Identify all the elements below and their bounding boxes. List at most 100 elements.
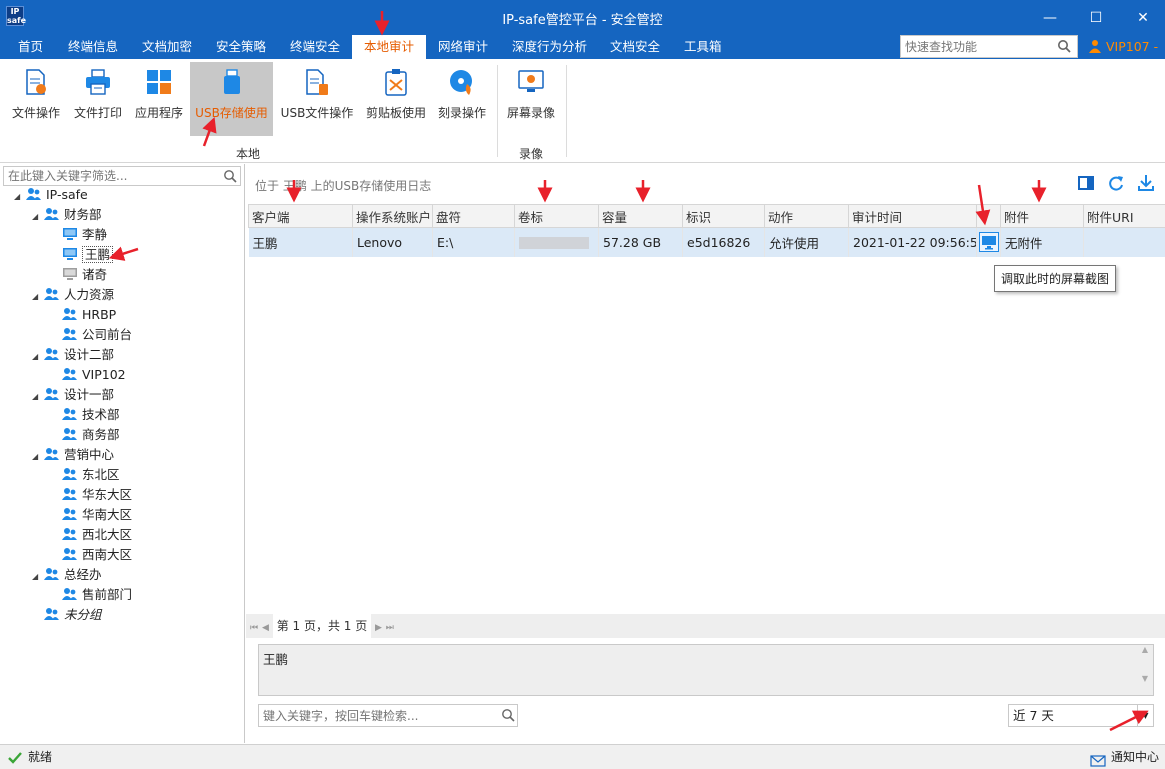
org-tree-pane: ◢IP-safe◢财务部李静王鹏诸奇◢人力资源HRBP公司前台◢设计二部VIP1…: [0, 164, 245, 743]
menu-security-policy[interactable]: 安全策略: [204, 35, 278, 59]
ribbon-screen-record-button[interactable]: 屏幕录像: [503, 62, 559, 136]
menu-terminal-info[interactable]: 终端信息: [56, 35, 130, 59]
menu-doc-encryption[interactable]: 文档加密: [130, 35, 204, 59]
tree-node[interactable]: 西北大区: [50, 525, 132, 545]
col-action[interactable]: 动作: [764, 204, 849, 228]
user-group-icon: [44, 287, 60, 301]
next-page-button[interactable]: ▶: [375, 623, 382, 633]
tree-node[interactable]: 技术部: [50, 405, 120, 425]
menu-doc-security[interactable]: 文档安全: [598, 35, 672, 59]
menu-network-audit[interactable]: 网络审计: [426, 35, 500, 59]
tree-node[interactable]: 李静: [50, 225, 107, 245]
expand-toggle-icon[interactable]: ◢: [32, 567, 44, 587]
minimize-button[interactable]: —: [1040, 8, 1060, 28]
screenshot-tooltip: 调取此时的屏幕截图: [994, 265, 1117, 292]
tree-node[interactable]: 售前部门: [50, 585, 132, 605]
tree-node[interactable]: HRBP: [50, 305, 116, 325]
table-row[interactable]: 王鹏 Lenovo E:\ 57.28 GB e5d16826 允许使用 202…: [248, 227, 1165, 257]
col-screenshot[interactable]: [976, 204, 1001, 228]
ribbon-label: USB文件操作: [280, 106, 354, 120]
chevron-down-icon[interactable]: ▼: [1137, 705, 1153, 726]
cell-drive: E:\: [432, 227, 515, 257]
tree-node[interactable]: 公司前台: [50, 325, 132, 345]
tree-node[interactable]: ◢ 设计二部: [32, 345, 114, 365]
col-drive[interactable]: 盘符: [432, 204, 515, 228]
col-os-account[interactable]: 操作系统账户: [352, 204, 433, 228]
maximize-button[interactable]: ☐: [1086, 8, 1106, 28]
col-capacity[interactable]: 容量: [598, 204, 683, 228]
menu-home[interactable]: 首页: [6, 35, 55, 59]
ribbon-file-print-button[interactable]: 文件打印: [70, 62, 126, 136]
menu-behavior-analysis[interactable]: 深度行为分析: [500, 35, 599, 59]
tree-node[interactable]: VIP102: [50, 365, 126, 385]
time-range-select[interactable]: 近 7 天 ▼: [1008, 704, 1154, 727]
col-audit-time[interactable]: 审计时间: [848, 204, 977, 228]
tree-node[interactable]: ◢ 营销中心: [32, 445, 114, 465]
download-icon[interactable]: [1137, 174, 1155, 192]
tree-node[interactable]: 商务部: [50, 425, 120, 445]
detail-scrollbar[interactable]: ▲ ▼: [1137, 645, 1153, 695]
tree-node[interactable]: 王鹏: [50, 245, 114, 265]
expand-toggle-icon[interactable]: ◢: [14, 187, 26, 207]
search-icon[interactable]: [501, 708, 515, 722]
keyword-search-input[interactable]: [259, 705, 494, 726]
log-pane: 位于 王鹏 上的USB存储使用日志 客户端 操作系统账户 盘符 卷标 容量 标识…: [246, 164, 1165, 743]
tree-node[interactable]: ◢ 总经办: [32, 565, 102, 585]
col-client[interactable]: 客户端: [248, 204, 353, 228]
quick-search-input[interactable]: [901, 36, 1051, 57]
columns-icon[interactable]: [1077, 174, 1095, 192]
expand-toggle-icon[interactable]: ◢: [32, 287, 44, 307]
user-group-icon: [62, 487, 78, 501]
tree-filter-input[interactable]: [4, 167, 219, 185]
tree-node[interactable]: 东北区: [50, 465, 120, 485]
tree-node[interactable]: ◢ 设计一部: [32, 385, 114, 405]
tree-node[interactable]: ◢ IP-safe: [14, 185, 88, 205]
ribbon-group-record: 录像: [519, 147, 544, 161]
scroll-up-icon[interactable]: ▲: [1137, 645, 1153, 654]
tree-node[interactable]: 诸奇: [50, 265, 107, 285]
ribbon-clipboard-button[interactable]: 剪贴板使用: [362, 62, 430, 136]
redacted-volume: [519, 237, 589, 250]
notify-center-link[interactable]: 通知中心: [1111, 745, 1159, 769]
ribbon-file-ops-button[interactable]: 文件操作: [8, 62, 64, 136]
close-button[interactable]: ✕: [1133, 8, 1153, 28]
user-menu[interactable]: VIP107 -: [1088, 35, 1158, 59]
col-id[interactable]: 标识: [682, 204, 765, 228]
search-icon[interactable]: [1057, 39, 1071, 53]
last-page-button[interactable]: ⏭: [386, 623, 394, 633]
ribbon-applications-button[interactable]: 应用程序: [131, 62, 187, 136]
scroll-down-icon[interactable]: ▼: [1137, 674, 1153, 683]
ribbon-burn-button[interactable]: 刻录操作: [434, 62, 490, 136]
ribbon-usb-file-ops-button[interactable]: USB文件操作: [278, 62, 356, 136]
tree-node[interactable]: 华南大区: [50, 505, 132, 525]
prev-page-button[interactable]: ◀: [262, 623, 269, 633]
tree-node[interactable]: ◢ 财务部: [32, 205, 102, 225]
expand-toggle-icon[interactable]: ◢: [32, 447, 44, 467]
tree-node[interactable]: 未分组: [32, 605, 102, 625]
first-page-button[interactable]: ⏮: [250, 623, 258, 633]
ribbon-label: USB存储使用: [195, 106, 268, 120]
log-toolbar: [1069, 174, 1155, 194]
detail-box[interactable]: 王鹏 ▲ ▼: [258, 644, 1154, 696]
menu-terminal-security[interactable]: 终端安全: [278, 35, 352, 59]
tree-node[interactable]: 华东大区: [50, 485, 132, 505]
menu-toolbox[interactable]: 工具箱: [672, 35, 734, 59]
tree-node-label: 商务部: [82, 427, 120, 442]
tree-node[interactable]: ◢ 人力资源: [32, 285, 114, 305]
tree-node-label: 华东大区: [82, 487, 133, 502]
col-volume[interactable]: 卷标: [514, 204, 599, 228]
expand-toggle-icon[interactable]: ◢: [32, 387, 44, 407]
tree-node[interactable]: 西南大区: [50, 545, 132, 565]
computer-icon: [62, 247, 78, 261]
mail-icon: [1090, 751, 1106, 769]
ribbon-usb-storage-button[interactable]: USB存储使用: [190, 62, 273, 136]
col-attachment-uri[interactable]: 附件URI: [1083, 204, 1165, 228]
monitor-icon[interactable]: [979, 232, 999, 253]
usb-drive-icon: [223, 69, 240, 94]
menu-local-audit[interactable]: 本地审计: [352, 35, 427, 59]
expand-toggle-icon[interactable]: ◢: [32, 347, 44, 367]
expand-toggle-icon[interactable]: ◢: [32, 207, 44, 227]
refresh-icon[interactable]: [1107, 174, 1125, 192]
search-icon[interactable]: [223, 169, 237, 183]
col-attachment[interactable]: 附件: [1000, 204, 1084, 228]
